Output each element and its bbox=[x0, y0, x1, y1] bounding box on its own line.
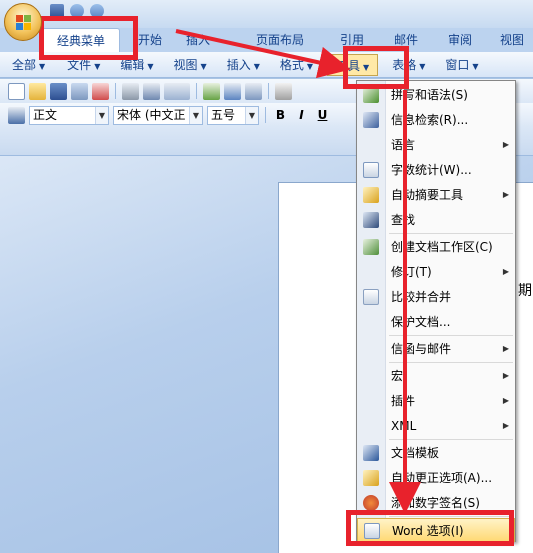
style-combobox[interactable]: 正文 ▼ bbox=[29, 105, 109, 125]
submenu-arrow-icon: ▶ bbox=[502, 344, 509, 353]
menu-item-find[interactable]: 查找 bbox=[357, 208, 515, 232]
submenu-arrow-icon: ▶ bbox=[502, 421, 509, 430]
styles-icon[interactable] bbox=[8, 106, 25, 124]
abc-123-icon bbox=[363, 162, 379, 178]
permission-icon[interactable] bbox=[71, 82, 88, 100]
toolbar-separator bbox=[265, 107, 266, 123]
font-combobox[interactable]: 宋体 (中文正 ▼ bbox=[113, 105, 203, 125]
research-icon[interactable] bbox=[224, 82, 241, 100]
menu-item-macro[interactable]: 宏 ▶ bbox=[357, 364, 515, 388]
tab-page-layout[interactable]: 页面布局 bbox=[242, 28, 326, 52]
tab-view[interactable]: 视图 bbox=[486, 28, 533, 52]
menu-insert[interactable]: 插入 ▼ bbox=[219, 54, 268, 76]
translate-icon[interactable] bbox=[245, 82, 262, 100]
menu-item-autosummarize[interactable]: 自动摘要工具 ▶ bbox=[357, 183, 515, 207]
menu-item-xml[interactable]: XML ▶ bbox=[357, 414, 515, 438]
submenu-arrow-icon: ▶ bbox=[502, 267, 509, 276]
bold-button[interactable]: B bbox=[272, 107, 289, 124]
document-text: 期 bbox=[518, 283, 532, 299]
submenu-arrow-icon: ▶ bbox=[502, 371, 509, 380]
menu-view[interactable]: 视图 ▼ bbox=[166, 54, 215, 76]
spelling-check-icon bbox=[363, 87, 379, 103]
office-logo-icon bbox=[16, 15, 32, 31]
menu-item-compare-merge[interactable]: 比较并合并 bbox=[357, 285, 515, 309]
pdf-icon[interactable] bbox=[92, 82, 109, 100]
menu-item-research[interactable]: 信息检索(R)... bbox=[357, 108, 515, 132]
menu-separator bbox=[389, 439, 513, 440]
research-book-icon bbox=[363, 112, 379, 128]
menu-item-autocorrect[interactable]: 自动更正选项(A)... bbox=[357, 466, 515, 490]
font-size-combobox[interactable]: 五号 ▼ bbox=[207, 105, 259, 125]
word-template-icon bbox=[363, 445, 379, 461]
tab-review[interactable]: 审阅 bbox=[434, 28, 486, 52]
binoculars-icon bbox=[363, 212, 379, 228]
underline-dropdown-icon[interactable] bbox=[335, 107, 343, 124]
menu-item-language[interactable]: 语言 ▶ bbox=[357, 133, 515, 157]
print-preview-icon[interactable] bbox=[143, 82, 160, 100]
chevron-down-icon[interactable]: ▼ bbox=[95, 106, 108, 124]
office-button[interactable] bbox=[4, 3, 42, 41]
autosummarize-icon bbox=[363, 187, 379, 203]
open-folder-icon[interactable] bbox=[29, 82, 46, 100]
chevron-down-icon[interactable]: ▼ bbox=[189, 106, 202, 124]
submenu-arrow-icon: ▶ bbox=[502, 190, 509, 199]
menu-item-word-count[interactable]: 字数统计(W)... bbox=[357, 158, 515, 182]
toolbar-separator bbox=[115, 83, 116, 99]
preview-dropdown-icon[interactable] bbox=[164, 82, 190, 100]
menu-item-add-ins[interactable]: 插件 ▶ bbox=[357, 389, 515, 413]
menu-separator bbox=[389, 362, 513, 363]
workspace-icon bbox=[363, 239, 379, 255]
tools-dropdown-menu: 拼写和语法(S) 信息检索(R)... 语言 ▶ 字数统计(W)... 自动摘要工… bbox=[356, 80, 516, 542]
chevron-down-icon[interactable]: ▼ bbox=[245, 106, 258, 124]
annotation-box-tools-menu bbox=[343, 46, 409, 89]
save-icon[interactable] bbox=[50, 82, 67, 100]
submenu-arrow-icon: ▶ bbox=[502, 140, 509, 149]
italic-button[interactable]: I bbox=[293, 107, 310, 124]
new-document-icon[interactable] bbox=[8, 82, 25, 100]
annotation-box-word-options bbox=[346, 510, 514, 546]
autocorrect-icon bbox=[363, 470, 379, 486]
underline-button[interactable]: U bbox=[314, 107, 331, 124]
spelling-icon[interactable] bbox=[203, 82, 220, 100]
menu-item-letters-mailings[interactable]: 信函与邮件 ▶ bbox=[357, 337, 515, 361]
menu-item-track-changes[interactable]: 修订(T) ▶ bbox=[357, 260, 515, 284]
menu-format[interactable]: 格式 ▼ bbox=[272, 54, 321, 76]
signature-ribbon-icon bbox=[363, 495, 379, 511]
print-icon[interactable] bbox=[122, 82, 139, 100]
tab-insert[interactable]: 插入 bbox=[172, 28, 242, 52]
menu-item-create-workspace[interactable]: 创建文档工作区(C) bbox=[357, 235, 515, 259]
menu-window[interactable]: 窗口 ▼ bbox=[437, 54, 486, 76]
menu-separator bbox=[389, 233, 513, 234]
annotation-box-classic-menu bbox=[39, 16, 138, 60]
cut-icon[interactable] bbox=[275, 82, 292, 100]
menu-item-templates[interactable]: 文档模板 bbox=[357, 441, 515, 465]
submenu-arrow-icon: ▶ bbox=[502, 396, 509, 405]
toolbar-separator bbox=[196, 83, 197, 99]
toolbar-separator bbox=[268, 83, 269, 99]
menu-separator bbox=[389, 335, 513, 336]
menu-item-protect-document[interactable]: 保护文档... bbox=[357, 310, 515, 334]
compare-documents-icon bbox=[363, 289, 379, 305]
